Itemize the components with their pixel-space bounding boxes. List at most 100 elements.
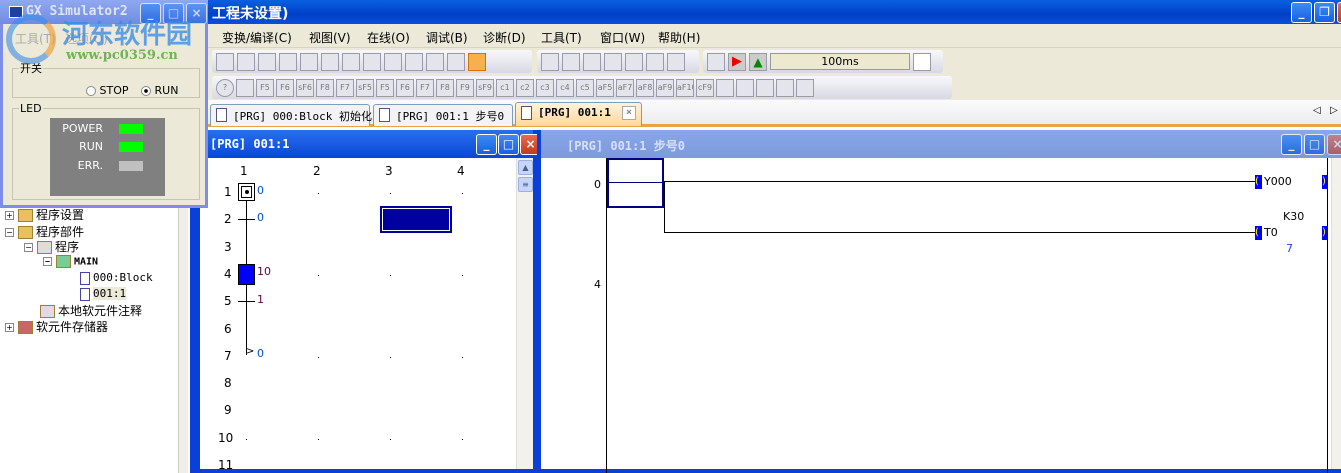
tab-sfc-active[interactable]: [PRG] 001:1 × — [515, 102, 642, 126]
initial-step-box[interactable] — [238, 183, 255, 201]
sf6-icon[interactable]: sF6 — [296, 78, 314, 97]
sfc-canvas[interactable]: 1 2 3 4 > 0 0 10 1 0 1 2 3 4 5 6 7 8 9 10 11 — [200, 158, 516, 473]
transition-0[interactable] — [238, 219, 255, 220]
f6-contact-icon[interactable]: F6 — [276, 78, 294, 97]
undo-icon[interactable] — [447, 52, 465, 71]
comment-icon[interactable] — [405, 52, 423, 71]
coil-y000[interactable]: Y000 — [1264, 175, 1292, 188]
tree-item-device-memory[interactable]: + 软元件存储器 — [5, 318, 108, 335]
ladder-canvas[interactable]: 0 4 ( Y000 ) K30 ( T0 ) 7 — [541, 158, 1331, 473]
convert-icon[interactable] — [426, 52, 444, 71]
restore-button[interactable]: ❐ — [1314, 2, 1335, 23]
menu-diagnose[interactable]: 诊断(D) — [483, 29, 526, 46]
f9-icon[interactable]: F9 — [456, 78, 474, 97]
close-button[interactable]: × — [1337, 2, 1341, 23]
menu-tools[interactable]: 工具(T) — [541, 29, 582, 46]
sfc-branch-icon[interactable] — [667, 52, 685, 71]
f5-contact-icon[interactable]: F5 — [256, 78, 274, 97]
ladder-maximize-button[interactable]: □ — [1304, 134, 1325, 155]
read-plc-icon[interactable] — [300, 52, 318, 71]
f7-coil-icon[interactable]: F7 — [336, 78, 354, 97]
sfc-minimize-button[interactable]: _ — [476, 134, 497, 155]
menu-convert[interactable]: 变换/编译(C) — [222, 29, 292, 46]
menu-window[interactable]: 窗口(W) — [600, 29, 645, 46]
ladder-monitor-icon[interactable] — [258, 52, 276, 71]
scroll-up-icon[interactable]: ▲ — [518, 160, 533, 175]
sfc-jump-icon[interactable] — [583, 52, 601, 71]
run-icon[interactable]: ▶ — [728, 52, 746, 71]
sim-close-button[interactable]: × — [186, 3, 207, 24]
sfc-end-icon[interactable] — [646, 52, 664, 71]
af7-icon[interactable]: aF7 — [616, 78, 634, 97]
sfc-maximize-button[interactable]: □ — [498, 134, 519, 155]
sfc-step-icon[interactable] — [541, 52, 559, 71]
f5-icon[interactable]: F5 — [376, 78, 394, 97]
run-radio[interactable]: RUN — [141, 84, 178, 97]
monitor-start-icon[interactable] — [321, 52, 339, 71]
af8-icon[interactable]: aF8 — [636, 78, 654, 97]
help-icon[interactable]: ? — [216, 78, 234, 97]
active-step-10[interactable] — [238, 264, 255, 285]
tab-close-icon[interactable]: × — [622, 106, 636, 120]
tab-scroll-left-icon[interactable]: ◁ — [1313, 105, 1321, 116]
menu-online[interactable]: 在线(O) — [367, 29, 410, 46]
sfc-scrollbar[interactable]: ▲ ≡ — [516, 158, 533, 469]
sim-menu-tools[interactable]: 工具(T) — [15, 30, 56, 47]
monitor-all-icon[interactable] — [363, 52, 381, 71]
warning-icon[interactable]: ▲ — [749, 52, 767, 71]
af9-icon[interactable]: aF9 — [656, 78, 674, 97]
ladder-scrollbar[interactable] — [1331, 158, 1341, 469]
sfc-parallel-icon[interactable] — [604, 52, 622, 71]
sim-menu-options[interactable]: 选项(O) — [65, 30, 108, 47]
menu-view[interactable]: 视图(V) — [309, 29, 351, 46]
monitor-icon[interactable] — [237, 52, 255, 71]
c1-icon[interactable]: c1 — [496, 78, 514, 97]
f8-icon[interactable]: F8 — [436, 78, 454, 97]
sim-minimize-button[interactable]: _ — [140, 3, 161, 24]
write-plc-icon[interactable] — [279, 52, 297, 71]
edit-icon[interactable] — [716, 78, 734, 97]
tab-block[interactable]: [PRG] 000:Block 初始化 — [210, 104, 372, 126]
device-batch-icon[interactable] — [216, 52, 234, 71]
plc-icon[interactable] — [707, 52, 725, 71]
transfer-icon[interactable] — [913, 52, 931, 71]
device-search-icon[interactable] — [776, 78, 794, 97]
sfc-select-icon[interactable] — [625, 52, 643, 71]
ladder-minimize-button[interactable]: _ — [1281, 134, 1302, 155]
af5-icon[interactable]: aF5 — [596, 78, 614, 97]
tree-item-program[interactable]: − 程序 — [24, 238, 79, 255]
ladder-close-button[interactable]: × — [1327, 134, 1341, 155]
c2-icon[interactable]: c2 — [516, 78, 534, 97]
scroll-thumb[interactable]: ≡ — [518, 177, 533, 192]
transition-1[interactable] — [238, 301, 255, 302]
f8-icon[interactable]: F8 — [316, 78, 334, 97]
af10-icon[interactable]: aF10 — [676, 78, 694, 97]
c4-icon[interactable]: c4 — [556, 78, 574, 97]
tree-item-block[interactable]: 000:Block — [80, 271, 153, 285]
c5-icon[interactable]: c5 — [576, 78, 594, 97]
tab-scroll-right-icon[interactable]: ▷ — [1330, 105, 1338, 116]
menu-help[interactable]: 帮助(H) — [658, 29, 700, 46]
table-icon[interactable] — [756, 78, 774, 97]
simulator-icon[interactable] — [468, 52, 486, 71]
tree-item-program-settings[interactable]: + 程序设置 — [5, 206, 84, 223]
sfc-cursor[interactable] — [380, 206, 452, 233]
minimize-button[interactable]: _ — [1291, 2, 1312, 23]
coil-t0[interactable]: T0 — [1264, 226, 1278, 239]
menu-debug[interactable]: 调试(B) — [426, 29, 468, 46]
tab-step0[interactable]: [PRG] 001:1 步号0 — [373, 104, 513, 126]
tree-item-main[interactable]: − MAIN — [43, 255, 98, 268]
sf5-icon[interactable]: sF5 — [356, 78, 374, 97]
step-icon[interactable] — [736, 78, 754, 97]
stop-radio[interactable]: STOP — [86, 84, 129, 97]
sf9-icon[interactable]: sF9 — [476, 78, 494, 97]
monitor-stop-icon[interactable] — [342, 52, 360, 71]
sfc-transition-icon[interactable] — [562, 52, 580, 71]
tree-item-001[interactable]: 001:1 — [80, 287, 127, 301]
cf9-icon[interactable]: cF9 — [696, 78, 714, 97]
zoom-icon[interactable] — [796, 78, 814, 97]
c3-icon[interactable]: c3 — [536, 78, 554, 97]
binoculars-icon[interactable] — [236, 78, 254, 97]
tree-item-local-comment[interactable]: 本地软元件注释 — [40, 302, 142, 319]
f6-icon[interactable]: F6 — [396, 78, 414, 97]
